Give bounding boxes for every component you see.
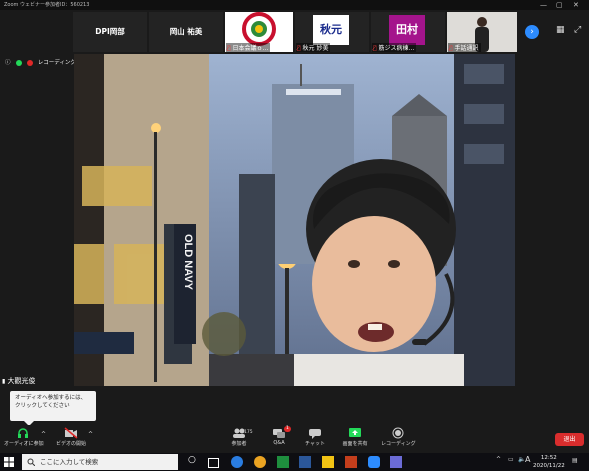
record-icon [392,427,404,439]
headphones-icon [18,428,28,438]
minimize-icon[interactable]: — [540,0,547,10]
start-video-button[interactable]: ビデオの開始 [54,427,88,447]
participant-tile[interactable]: 🎙̸ 手話通訳 [447,12,517,52]
windows-start-icon[interactable] [4,457,14,467]
muted-mic-icon: 🎙̸ [373,45,377,52]
audio-options-chevron-icon[interactable]: ^ [41,431,46,438]
share-screen-button[interactable]: 画面を共有 [339,427,371,447]
edge-browser-icon[interactable] [231,456,243,468]
participant-tile[interactable]: 秋元 🎙̸ 秋元 妙美 [295,12,369,52]
word-icon[interactable] [299,456,311,468]
info-icon[interactable]: ⓘ [5,60,11,66]
speaker-video[interactable]: OLD NAVY [74,54,515,386]
record-button[interactable]: レコーディング [381,427,416,447]
participant-name-card: 秋元 [313,15,349,45]
leave-button[interactable]: 退出 [555,433,584,446]
meeting-toolbar: オーディオに参加 ^ ビデオの開始 ^ 参加者 175 Q&A 1 チャット 画… [0,425,589,450]
powerpoint-icon[interactable] [345,456,357,468]
speaker-name-label: ▮ 大觀光俊 [2,377,36,385]
chat-icon [309,429,321,439]
participant-caption: 🎙̸ 日本会議ｏ... [226,43,271,52]
windows-taskbar: ここに入力して検索 ○ ^ ▭ 🔈 A 12:52 2020/11/22 ▤ [0,453,589,471]
notifications-icon[interactable]: ▤ [572,457,578,464]
recording-icon [27,59,34,66]
timeline-icon[interactable] [208,458,219,468]
close-icon[interactable]: ✕ [573,0,579,10]
zoom-app-icon[interactable] [368,456,380,468]
next-page-button[interactable]: › [525,25,539,39]
participant-name: 岡山 祐美 [169,27,203,36]
app-icon[interactable] [277,456,289,468]
participant-caption: 🎙̸ 筋ジス病棟... [372,43,417,52]
share-screen-icon [349,428,361,437]
file-explorer-icon[interactable] [322,456,334,468]
shield-icon[interactable] [16,59,23,66]
participant-caption: 🎙̸ 手話通訳 [448,43,481,52]
ime-indicator[interactable]: A [525,455,530,464]
chat-button[interactable]: チャット [304,427,326,447]
window-title: Zoom ウェビナー参加者ID：560213 [4,2,90,8]
network-icon[interactable]: ▭ [508,456,514,463]
qa-badge: 1 [284,426,291,432]
svg-text:OLD NAVY: OLD NAVY [182,234,194,291]
join-audio-tooltip[interactable]: オーディオへ参加するには、クリックしてください [10,391,96,426]
muted-mic-icon: 🎙̸ [297,45,301,52]
title-bar: Zoom ウェビナー参加者ID：560213 — ▢ ✕ [0,0,589,10]
participant-caption: 🎙̸ 秋元 妙美 [296,43,331,52]
join-audio-button[interactable]: オーディオに参加 [4,427,44,447]
taskbar-search-input[interactable]: ここに入力して検索 [22,454,178,470]
participant-name: DPI岡部 [95,27,125,36]
participant-tile[interactable]: DPI岡部 [73,12,147,52]
tray-chevron-icon[interactable]: ^ [496,456,501,463]
fullscreen-icon[interactable]: ⤢ [574,25,581,35]
participant-tile[interactable]: 田村 🎙̸ 筋ジス病棟... [371,12,445,52]
speaker-view-icon[interactable]: ▦ [556,25,565,35]
participant-strip: DPI岡部 岡山 祐美 🎙̸ 日本会議ｏ... 秋元 🎙̸ 秋元 妙美 田村 🎙… [0,10,589,54]
video-frame: OLD NAVY [74,54,515,386]
signal-icon: ▮ [2,378,6,385]
task-view-icon[interactable]: ○ [188,455,200,467]
maximize-icon[interactable]: ▢ [556,0,563,10]
participant-name-card: 田村 [389,15,425,45]
app-icon[interactable] [390,456,402,468]
video-off-icon [64,427,78,439]
search-icon [27,458,35,466]
muted-mic-icon: 🎙̸ [449,45,453,52]
participants-count: 175 [244,430,253,435]
participant-tile[interactable]: 🎙̸ 日本会議ｏ... [225,12,293,52]
participant-tile[interactable]: 岡山 祐美 [149,12,223,52]
muted-mic-icon: 🎙̸ [227,45,231,52]
chrome-browser-icon[interactable] [254,456,266,468]
taskbar-clock[interactable]: 12:52 2020/11/22 [533,454,565,470]
video-options-chevron-icon[interactable]: ^ [88,431,93,438]
